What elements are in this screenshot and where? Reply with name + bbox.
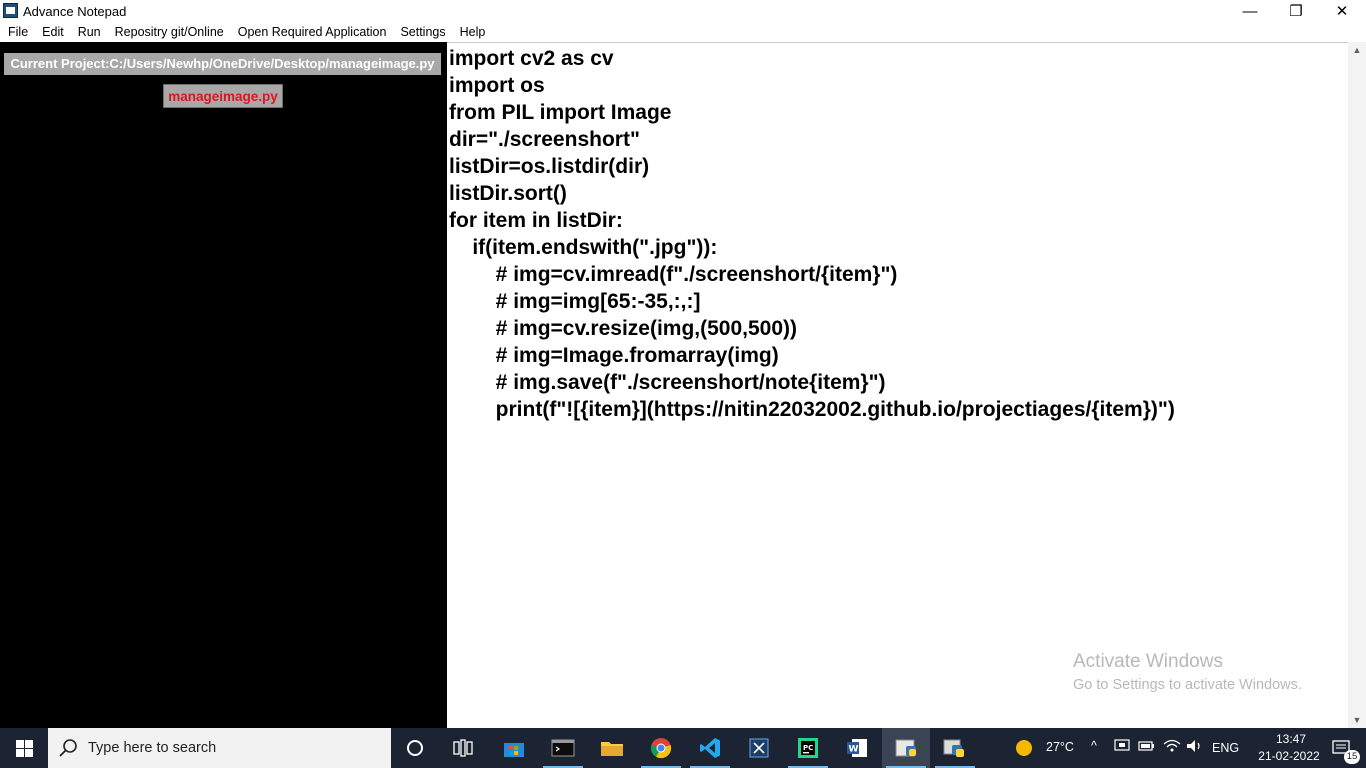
- store-icon: [504, 743, 524, 757]
- task-view-button[interactable]: [439, 728, 487, 768]
- sun-icon: [1016, 740, 1032, 756]
- weather-temperature[interactable]: 27°C: [1046, 740, 1074, 754]
- snipping-tool-button[interactable]: [735, 728, 783, 768]
- clock-time[interactable]: 13:47: [1261, 732, 1321, 746]
- vertical-scrollbar[interactable]: ▲ ▼: [1348, 42, 1366, 728]
- window-title: Advance Notepad: [23, 4, 127, 19]
- menu-settings[interactable]: Settings: [393, 22, 452, 42]
- action-center-button[interactable]: 15: [1318, 728, 1366, 768]
- terminal-button[interactable]: [539, 728, 587, 768]
- activate-windows-subtitle: Go to Settings to activate Windows.: [1073, 677, 1302, 693]
- file-explorer-button[interactable]: [588, 728, 636, 768]
- vscode-icon: [700, 738, 720, 758]
- menu-help[interactable]: Help: [453, 22, 493, 42]
- volume-icon[interactable]: [1186, 739, 1204, 756]
- menu-edit[interactable]: Edit: [35, 22, 71, 42]
- menu-repository[interactable]: Repositry git/Online: [108, 22, 231, 42]
- file-explorer-icon: [601, 742, 623, 756]
- vscode-button[interactable]: [686, 728, 734, 768]
- app-icon: [3, 3, 18, 18]
- cortana-button[interactable]: [391, 728, 439, 768]
- menu-file[interactable]: File: [0, 22, 35, 42]
- menu-open-required-application[interactable]: Open Required Application: [231, 22, 394, 42]
- taskbar-search-box[interactable]: Type here to search: [48, 728, 391, 768]
- current-project-label: Current Project:C:/Users/Newhp/OneDrive/…: [4, 53, 441, 75]
- word-icon: W: [847, 739, 867, 757]
- svg-text:PC: PC: [803, 744, 813, 752]
- project-file-button[interactable]: manageimage.py: [163, 84, 283, 108]
- python-idle-icon: [943, 739, 964, 757]
- word-button[interactable]: W: [833, 728, 881, 768]
- store-button[interactable]: [490, 728, 538, 768]
- menu-bar: File Edit Run Repositry git/Online Open …: [0, 22, 1366, 42]
- wifi-icon[interactable]: [1163, 739, 1181, 756]
- notification-count-badge: 15: [1344, 750, 1360, 764]
- windows-logo-icon: [15, 739, 33, 757]
- chrome-button[interactable]: [637, 728, 685, 768]
- title-bar: Advance Notepad — ❐ ✕: [0, 0, 1366, 22]
- start-button[interactable]: [0, 728, 48, 768]
- pycharm-icon: PC: [798, 738, 818, 758]
- chrome-icon: [650, 738, 672, 759]
- clock-date[interactable]: 21-02-2022: [1249, 749, 1329, 763]
- task-view-icon: [453, 739, 473, 757]
- battery-icon[interactable]: [1138, 739, 1156, 756]
- python-app-button[interactable]: [882, 728, 930, 768]
- code-editor[interactable]: import cv2 as cv import os from PIL impo…: [447, 42, 1348, 728]
- weather-widget[interactable]: [1002, 728, 1046, 768]
- cortana-icon: [407, 740, 423, 756]
- terminal-icon: [551, 739, 575, 757]
- show-hidden-icons-icon[interactable]: ^: [1091, 739, 1097, 753]
- snipping-icon: [749, 738, 769, 758]
- minimize-button[interactable]: —: [1227, 0, 1273, 22]
- python-idle-button[interactable]: [931, 728, 979, 768]
- svg-text:W: W: [849, 745, 859, 755]
- search-placeholder: Type here to search: [88, 740, 217, 756]
- scroll-up-icon[interactable]: ▲: [1348, 42, 1366, 58]
- input-language[interactable]: ENG: [1212, 741, 1239, 755]
- search-icon: [58, 737, 80, 759]
- project-sidebar: Current Project:C:/Users/Newhp/OneDrive/…: [0, 42, 447, 728]
- taskbar: Type here to search PC W 27°C ^ ENG 13:4…: [0, 728, 1366, 768]
- maximize-button[interactable]: ❐: [1273, 0, 1319, 22]
- pycharm-button[interactable]: PC: [784, 728, 832, 768]
- defender-icon[interactable]: [1114, 739, 1130, 756]
- menu-run[interactable]: Run: [71, 22, 108, 42]
- scroll-down-icon[interactable]: ▼: [1348, 712, 1366, 728]
- python-app-icon: [895, 739, 916, 757]
- code-text[interactable]: import cv2 as cv import os from PIL impo…: [449, 45, 1175, 423]
- close-button[interactable]: ✕: [1319, 0, 1365, 22]
- activate-windows-title: Activate Windows: [1073, 651, 1223, 672]
